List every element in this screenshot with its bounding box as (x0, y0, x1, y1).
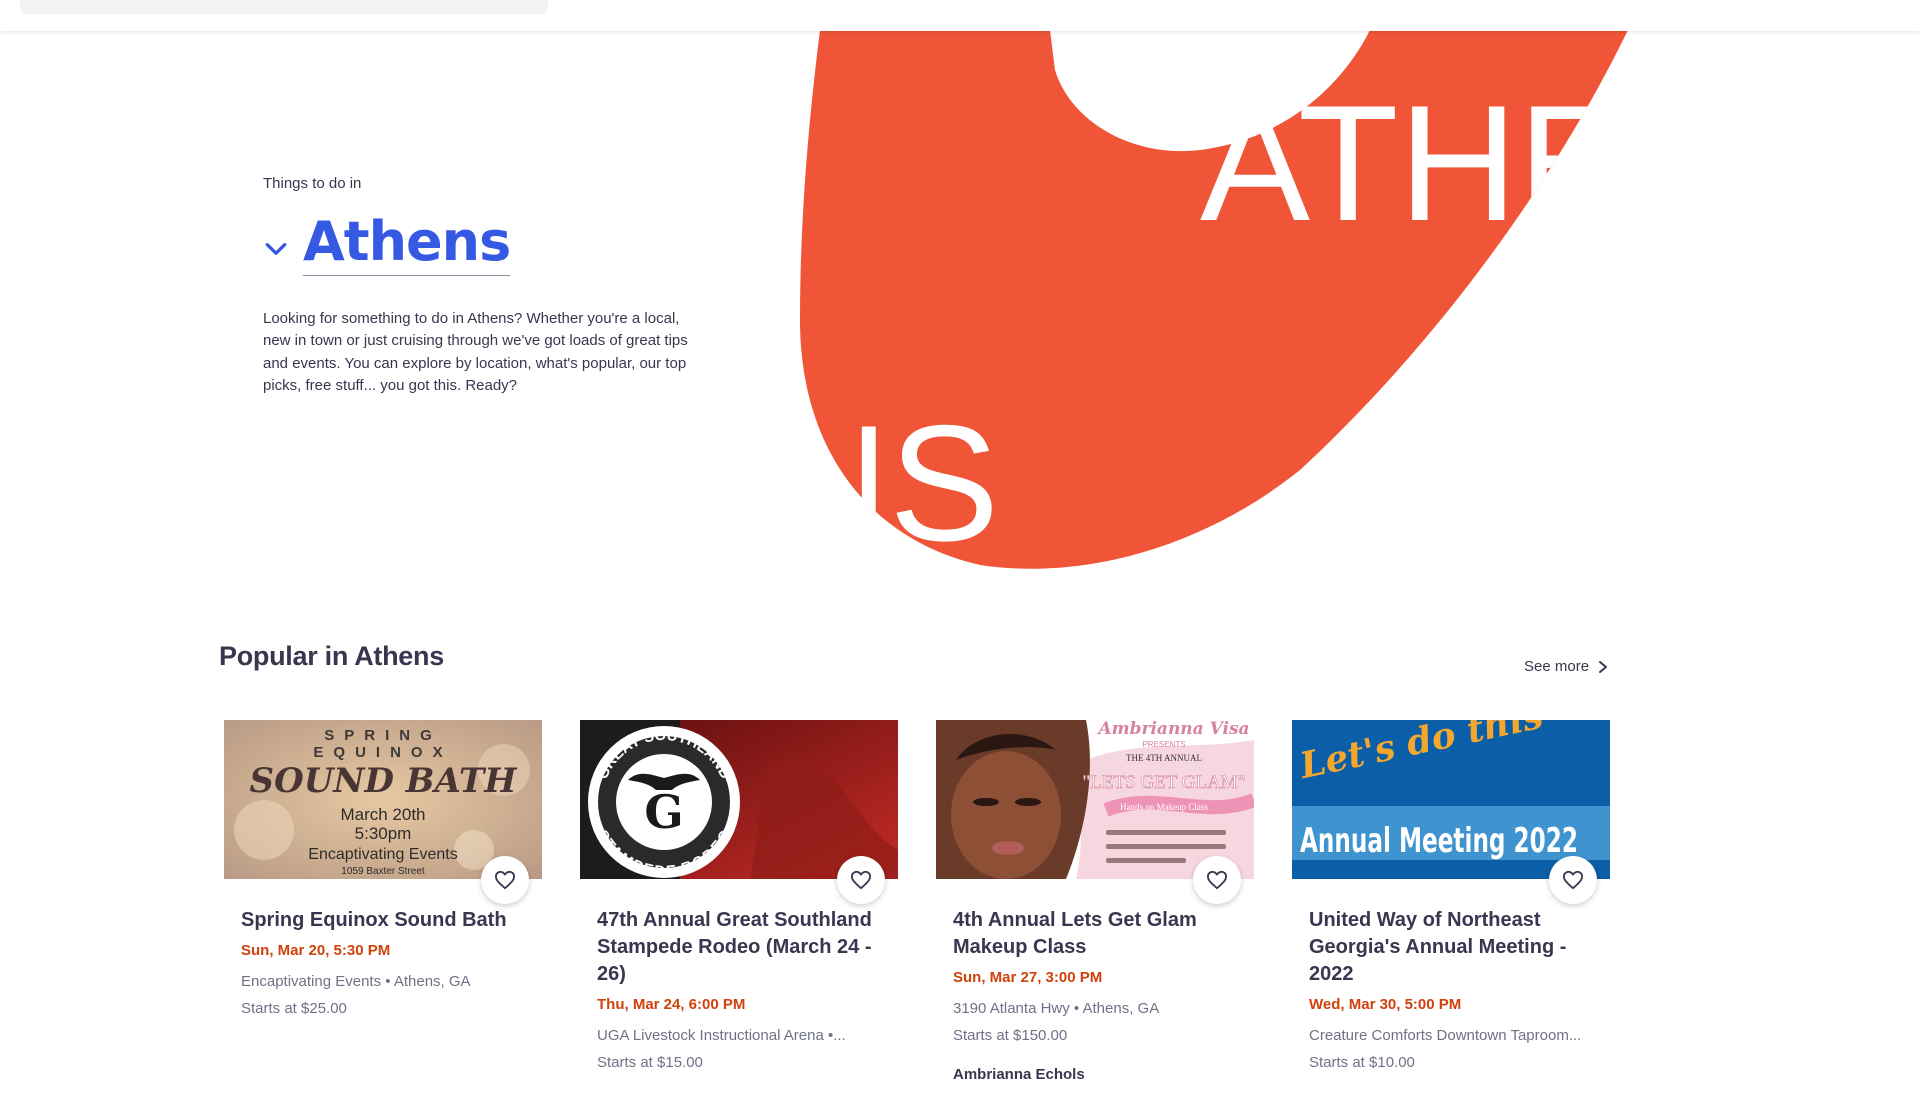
event-date: Sun, Mar 27, 3:00 PM (953, 969, 1103, 986)
top-navigation-bar (0, 0, 1920, 31)
event-image[interactable]: SPRING EQUINOX SOUND BATH March 20th 5:3… (224, 720, 542, 879)
event-card-list: SPRING EQUINOX SOUND BATH March 20th 5:3… (224, 720, 1610, 1083)
glam-edition: THE 4TH ANNUAL (1126, 753, 1202, 763)
event-date: Thu, Mar 24, 6:00 PM (597, 996, 746, 1013)
glam-poster: Ambrianna Visa PRESENTS THE 4TH ANNUAL "… (936, 720, 1254, 879)
rodeo-letter: G (644, 785, 683, 839)
event-title[interactable]: 4th Annual Lets Get Glam Makeup Class (953, 907, 1237, 961)
poster-host: Encaptivating Events (308, 846, 457, 863)
glam-presents: PRESENTS (1142, 740, 1185, 749)
hero-athens-artwork: ATHE NS (780, 30, 1628, 575)
poster-line2: EQUINOX (313, 744, 452, 761)
favorite-button[interactable] (837, 856, 885, 904)
glam-subhead: Hands on Makeup Class (1120, 802, 1208, 812)
event-info: 47th Annual Great Southland Stampede Rod… (580, 879, 898, 1071)
hero-intro-text: Looking for something to do in Athens? W… (263, 309, 688, 395)
heart-outline-icon (851, 870, 871, 890)
event-price: Starts at $10.00 (1309, 1054, 1415, 1071)
event-venue: 3190 Atlanta Hwy • Athens, GA (953, 1000, 1160, 1017)
event-organizer[interactable]: Ambrianna Echols (953, 1066, 1237, 1083)
event-venue: Encaptivating Events • Athens, GA (241, 973, 471, 990)
event-venue: UGA Livestock Instructional Arena •... (597, 1027, 846, 1044)
poster-headline: SOUND BATH (250, 761, 519, 801)
poster-line1: SPRING (324, 727, 442, 744)
event-info: 4th Annual Lets Get Glam Makeup Class Su… (936, 879, 1254, 1083)
favorite-button[interactable] (1193, 856, 1241, 904)
city-selector[interactable]: Athens (263, 213, 723, 276)
event-price: Starts at $150.00 (953, 1027, 1068, 1044)
event-card[interactable]: SPRING EQUINOX SOUND BATH March 20th 5:3… (224, 720, 542, 1083)
heart-outline-icon (1206, 870, 1227, 890)
poster-time: 5:30pm (355, 824, 412, 843)
see-more-label: See more (1524, 658, 1590, 675)
event-date: Sun, Mar 20, 5:30 PM (241, 942, 391, 959)
event-title[interactable]: Spring Equinox Sound Bath (241, 907, 525, 934)
event-card[interactable]: Ambrianna Visa PRESENTS THE 4TH ANNUAL "… (936, 720, 1254, 1083)
event-image[interactable]: GREAT SOUTHLAND STAMPEDE RODEO G (580, 720, 898, 879)
event-card[interactable]: GREAT SOUTHLAND STAMPEDE RODEO G 47th An… (580, 720, 898, 1083)
city-name[interactable]: Athens (303, 213, 511, 276)
event-info: United Way of Northeast Georgia's Annual… (1292, 879, 1610, 1071)
poster-date: March 20th (340, 805, 425, 824)
event-date: Wed, Mar 30, 5:00 PM (1309, 996, 1462, 1013)
glam-headline: "LETS GET GLAM" (1083, 772, 1246, 793)
event-venue: Creature Comforts Downtown Taproom... (1309, 1027, 1582, 1044)
hero-eyebrow: Things to do in (263, 175, 362, 192)
heart-outline-icon (494, 870, 515, 890)
hero-text-block: Things to do in Athens Looking for somet… (263, 175, 723, 398)
chevron-down-icon[interactable] (263, 236, 289, 262)
event-title[interactable]: 47th Annual Great Southland Stampede Rod… (597, 907, 881, 988)
event-card[interactable]: Let's do this Annual Meeting 2022 United… (1292, 720, 1610, 1083)
event-price: Starts at $25.00 (241, 1000, 347, 1017)
hero-art-text-bottom: NS (780, 391, 999, 575)
rodeo-poster: GREAT SOUTHLAND STAMPEDE RODEO G (580, 720, 898, 879)
event-image[interactable]: Let's do this Annual Meeting 2022 (1292, 720, 1610, 879)
search-bar[interactable] (20, 0, 548, 14)
event-title[interactable]: United Way of Northeast Georgia's Annual… (1309, 907, 1593, 988)
favorite-button[interactable] (1549, 856, 1597, 904)
heart-outline-icon (1562, 870, 1583, 890)
favorite-button[interactable] (481, 856, 529, 904)
meeting-banner: Annual Meeting 2022 (1300, 821, 1578, 861)
section-title-popular: Popular in Athens (219, 641, 444, 671)
see-more-link[interactable]: See more (1524, 658, 1609, 675)
chevron-right-icon (1599, 660, 1608, 673)
glam-brand: Ambrianna Visa (1096, 720, 1249, 739)
annual-meeting-poster: Let's do this Annual Meeting 2022 (1292, 720, 1610, 879)
event-image[interactable]: Ambrianna Visa PRESENTS THE 4TH ANNUAL "… (936, 720, 1254, 879)
event-price: Starts at $15.00 (597, 1054, 703, 1071)
sound-bath-poster: SPRING EQUINOX SOUND BATH March 20th 5:3… (224, 720, 542, 879)
poster-address: 1059 Baxter Street (341, 866, 425, 877)
hero-art-text-top: ATHE (1200, 71, 1628, 255)
